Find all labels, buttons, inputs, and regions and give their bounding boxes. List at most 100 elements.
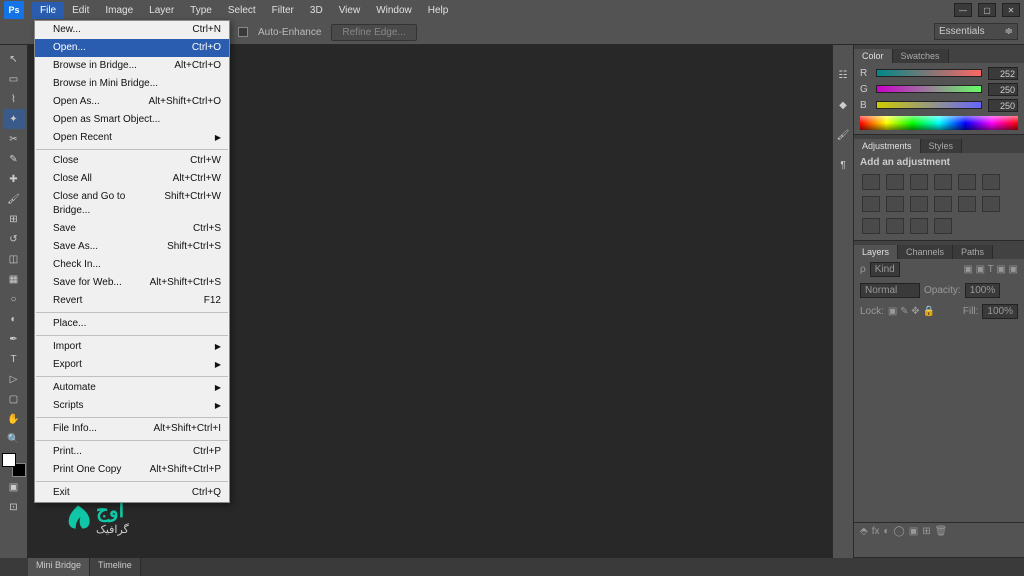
b-value[interactable]: 250: [988, 99, 1018, 112]
fm-open-as-smart-object-[interactable]: Open as Smart Object...: [35, 111, 229, 129]
fm-place-[interactable]: Place...: [35, 315, 229, 333]
fm-save-as-[interactable]: Save As...Shift+Ctrl+S: [35, 238, 229, 256]
bw-icon[interactable]: [886, 196, 904, 212]
fm-exit[interactable]: ExitCtrl+Q: [35, 484, 229, 502]
vibrance-icon[interactable]: [958, 174, 976, 190]
menu-window[interactable]: Window: [368, 2, 420, 19]
fm-open-[interactable]: Open...Ctrl+O: [35, 39, 229, 57]
gradient-map-icon[interactable]: [886, 218, 904, 234]
history-brush-tool[interactable]: ↺: [3, 229, 25, 249]
blur-tool[interactable]: ○: [3, 289, 25, 309]
color-spectrum[interactable]: [860, 116, 1018, 130]
delete-layer-icon[interactable]: 🗑: [935, 526, 948, 537]
fm-close-all[interactable]: Close AllAlt+Ctrl+W: [35, 170, 229, 188]
pen-tool[interactable]: ✒: [3, 329, 25, 349]
fm-close-and-go-to-bridge-[interactable]: Close and Go to Bridge...Shift+Ctrl+W: [35, 188, 229, 220]
path-select-tool[interactable]: ▷: [3, 369, 25, 389]
screen-mode-toggle[interactable]: ⊡: [3, 497, 25, 517]
fm-check-in-[interactable]: Check In...: [35, 256, 229, 274]
r-slider[interactable]: [876, 69, 982, 79]
fm-automate[interactable]: Automate▶: [35, 379, 229, 397]
hue-icon[interactable]: [982, 174, 1000, 190]
refine-edge-button[interactable]: Refine Edge...: [331, 24, 416, 41]
posterize-icon[interactable]: [982, 196, 1000, 212]
fm-close[interactable]: CloseCtrl+W: [35, 152, 229, 170]
fm-file-info-[interactable]: File Info...Alt+Shift+Ctrl+I: [35, 420, 229, 438]
brush-tool[interactable]: 🖌: [3, 189, 25, 209]
quick-mask-toggle[interactable]: ▣: [3, 477, 25, 497]
quick-select-tool[interactable]: ✦: [3, 109, 25, 129]
zoom-tool[interactable]: 🔍: [3, 429, 25, 449]
blend-mode-select[interactable]: Normal: [860, 283, 920, 298]
tab-adjustments[interactable]: Adjustments: [854, 139, 921, 153]
marquee-tool[interactable]: ▭: [3, 69, 25, 89]
gradient-tool[interactable]: ▦: [3, 269, 25, 289]
workspace-selector[interactable]: Essentials≑: [934, 23, 1018, 40]
menu-file[interactable]: File: [32, 2, 64, 19]
menu-3d[interactable]: 3D: [302, 2, 331, 19]
fm-export[interactable]: Export▶: [35, 356, 229, 374]
stamp-tool[interactable]: ⊞: [3, 209, 25, 229]
opacity-value[interactable]: 100%: [965, 283, 1001, 298]
brightness-icon[interactable]: [862, 174, 880, 190]
close-button[interactable]: ✕: [1002, 3, 1020, 17]
tab-swatches[interactable]: Swatches: [893, 49, 949, 63]
minimize-button[interactable]: —: [954, 3, 972, 17]
hand-tool[interactable]: ✋: [3, 409, 25, 429]
r-value[interactable]: 252: [988, 67, 1018, 80]
b-slider[interactable]: [876, 101, 982, 111]
fm-browse-in-mini-bridge-[interactable]: Browse in Mini Bridge...: [35, 75, 229, 93]
shape-tool[interactable]: ▢: [3, 389, 25, 409]
curves-icon[interactable]: [910, 174, 928, 190]
g-value[interactable]: 250: [988, 83, 1018, 96]
tab-channels[interactable]: Channels: [898, 245, 953, 259]
move-tool[interactable]: ↖: [3, 49, 25, 69]
photo-filter-icon[interactable]: [910, 196, 928, 212]
fm-revert[interactable]: RevertF12: [35, 292, 229, 310]
levels-icon[interactable]: [886, 174, 904, 190]
fm-import[interactable]: Import▶: [35, 338, 229, 356]
foreground-background-colors[interactable]: [2, 453, 26, 477]
menu-view[interactable]: View: [331, 2, 369, 19]
invert-icon[interactable]: [958, 196, 976, 212]
btab-mini-bridge[interactable]: Mini Bridge: [28, 558, 90, 576]
brush-panel-icon[interactable]: 🖌: [832, 125, 854, 145]
kind-filter[interactable]: Kind: [870, 262, 900, 277]
fm-scripts[interactable]: Scripts▶: [35, 397, 229, 415]
layer-mask-icon[interactable]: ◐: [883, 526, 889, 537]
maximize-button[interactable]: ▢: [978, 3, 996, 17]
fm-open-as-[interactable]: Open As...Alt+Shift+Ctrl+O: [35, 93, 229, 111]
btab-timeline[interactable]: Timeline: [90, 558, 141, 576]
threshold-icon[interactable]: [862, 218, 880, 234]
properties-panel-icon[interactable]: ◆: [832, 95, 854, 115]
menu-select[interactable]: Select: [220, 2, 264, 19]
auto-enhance-checkbox[interactable]: [238, 27, 248, 37]
color-lookup-icon[interactable]: [934, 218, 952, 234]
fm-print-[interactable]: Print...Ctrl+P: [35, 443, 229, 461]
fm-save-for-web-[interactable]: Save for Web...Alt+Shift+Ctrl+S: [35, 274, 229, 292]
fm-new-[interactable]: New...Ctrl+N: [35, 21, 229, 39]
menu-help[interactable]: Help: [420, 2, 457, 19]
fm-browse-in-bridge-[interactable]: Browse in Bridge...Alt+Ctrl+O: [35, 57, 229, 75]
tab-paths[interactable]: Paths: [953, 245, 993, 259]
menu-filter[interactable]: Filter: [264, 2, 302, 19]
new-fill-icon[interactable]: ◯: [894, 526, 905, 537]
history-panel-icon[interactable]: ☷: [832, 65, 854, 85]
menu-image[interactable]: Image: [97, 2, 141, 19]
type-tool[interactable]: T: [3, 349, 25, 369]
link-layers-icon[interactable]: ⬘: [860, 526, 868, 537]
fill-value[interactable]: 100%: [982, 304, 1018, 319]
tab-styles[interactable]: Styles: [921, 139, 963, 153]
dodge-tool[interactable]: ◐: [3, 309, 25, 329]
g-slider[interactable]: [876, 85, 982, 95]
layer-style-icon[interactable]: fx: [872, 526, 880, 537]
paragraph-panel-icon[interactable]: ¶: [832, 155, 854, 175]
eraser-tool[interactable]: ◫: [3, 249, 25, 269]
fm-open-recent[interactable]: Open Recent▶: [35, 129, 229, 147]
channel-mixer-icon[interactable]: [934, 196, 952, 212]
crop-tool[interactable]: ✂: [3, 129, 25, 149]
eyedropper-tool[interactable]: ✎: [3, 149, 25, 169]
selective-color-icon[interactable]: [910, 218, 928, 234]
lasso-tool[interactable]: ⌇: [3, 89, 25, 109]
menu-edit[interactable]: Edit: [64, 2, 97, 19]
